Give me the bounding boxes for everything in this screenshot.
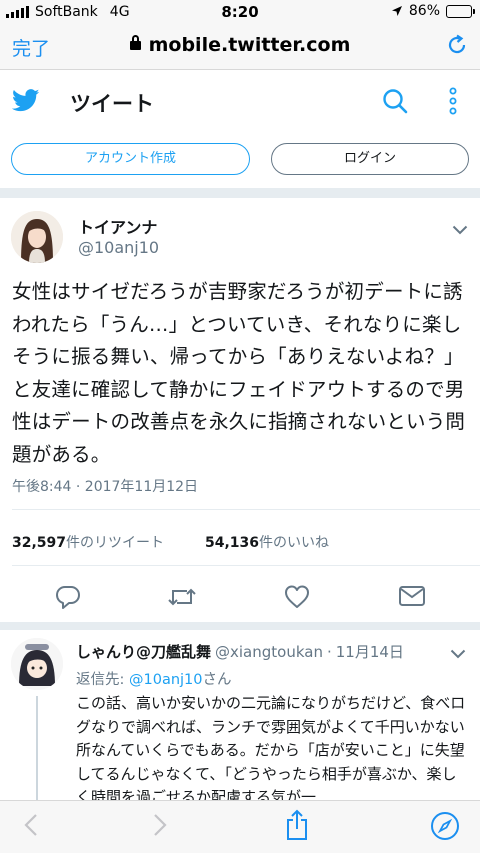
dm-icon[interactable] bbox=[398, 584, 426, 612]
forward-icon[interactable] bbox=[153, 813, 167, 841]
twitter-header: ツイート bbox=[0, 71, 480, 131]
chevron-down-icon[interactable] bbox=[450, 644, 466, 663]
reply-author-name: しゃんり@刀艦乱舞 bbox=[76, 643, 212, 661]
battery-percent: 86% bbox=[408, 3, 440, 19]
reply-to-suffix: さん bbox=[202, 672, 232, 688]
more-vertical-icon[interactable] bbox=[448, 87, 458, 119]
section-divider bbox=[0, 622, 480, 630]
author-handle[interactable]: @10anj10 bbox=[78, 238, 159, 257]
divider bbox=[12, 565, 480, 566]
tweet-timestamp[interactable]: 午後8:44 · 2017年11月12日 bbox=[12, 476, 198, 496]
like-count: 54,136 bbox=[205, 535, 260, 551]
browser-address-bar: 完了 mobile.twitter.com bbox=[0, 24, 480, 70]
chevron-down-icon[interactable] bbox=[452, 220, 468, 239]
avatar[interactable] bbox=[11, 638, 63, 690]
retweet-stat[interactable]: 32,597件のリツイート bbox=[12, 535, 164, 551]
url-text: mobile.twitter.com bbox=[148, 34, 351, 56]
location-icon bbox=[391, 6, 402, 16]
compass-icon[interactable] bbox=[430, 811, 460, 845]
page-title: ツイート bbox=[70, 92, 154, 116]
retweet-label: 件のリツイート bbox=[66, 535, 165, 551]
lock-icon bbox=[129, 35, 141, 50]
section-divider bbox=[0, 188, 480, 198]
back-icon[interactable] bbox=[24, 813, 38, 841]
reply-to-prefix: 返信先: bbox=[76, 672, 129, 688]
like-label: 件のいいね bbox=[259, 535, 330, 551]
url-field[interactable]: mobile.twitter.com bbox=[0, 34, 480, 56]
thread-line bbox=[36, 696, 38, 806]
reply-author-line[interactable]: しゃんり@刀艦乱舞 @xiangtoukan · 11月14日 bbox=[76, 641, 404, 662]
reply-tweet: しゃんり@刀艦乱舞 @xiangtoukan · 11月14日 返信先: @10anj… bbox=[0, 630, 480, 806]
like-stat[interactable]: 54,136件のいいね bbox=[205, 532, 329, 552]
browser-toolbar bbox=[0, 800, 480, 853]
reply-icon[interactable] bbox=[55, 584, 81, 614]
like-icon[interactable] bbox=[284, 584, 310, 614]
auth-buttons: アカウント作成 ログイン bbox=[0, 143, 480, 177]
tweet-stats: 32,597件のリツイート 54,136件のいいね bbox=[12, 532, 329, 552]
reply-to-handle[interactable]: @10anj10 bbox=[129, 672, 203, 688]
reply-author-handle: @xiangtoukan bbox=[215, 643, 323, 661]
reload-icon[interactable] bbox=[446, 34, 468, 60]
page: SoftBank 4G 8:20 86% 完了 mobile.twitter.c… bbox=[0, 0, 480, 853]
author-name[interactable]: トイアンナ bbox=[78, 214, 157, 238]
twitter-bird-icon[interactable] bbox=[11, 89, 40, 116]
status-bar: SoftBank 4G 8:20 86% bbox=[0, 0, 480, 24]
share-icon[interactable] bbox=[285, 809, 309, 845]
tweet-actions bbox=[0, 576, 480, 620]
retweet-count: 32,597 bbox=[12, 535, 67, 551]
search-icon[interactable] bbox=[382, 88, 408, 118]
reply-date[interactable]: 11月14日 bbox=[336, 643, 404, 661]
status-right: 86% bbox=[391, 3, 475, 19]
tweet-text: 女性はサイゼだろうが吉野家だろうが初デートに誘われたら「うん…」とついていき、そ… bbox=[12, 280, 466, 466]
separator-dot: · bbox=[326, 643, 332, 661]
divider bbox=[12, 509, 480, 510]
battery-icon bbox=[446, 4, 475, 18]
reply-text: この話、高いか安いかの二元論になりがちだけど、食べログなりで調べれば、ランチで雰… bbox=[76, 694, 466, 806]
login-button[interactable]: ログイン bbox=[271, 143, 469, 175]
signup-button[interactable]: アカウント作成 bbox=[11, 143, 250, 175]
reply-to-line: 返信先: @10anj10さん bbox=[76, 668, 232, 689]
avatar[interactable] bbox=[11, 211, 63, 263]
retweet-icon[interactable] bbox=[167, 584, 197, 614]
